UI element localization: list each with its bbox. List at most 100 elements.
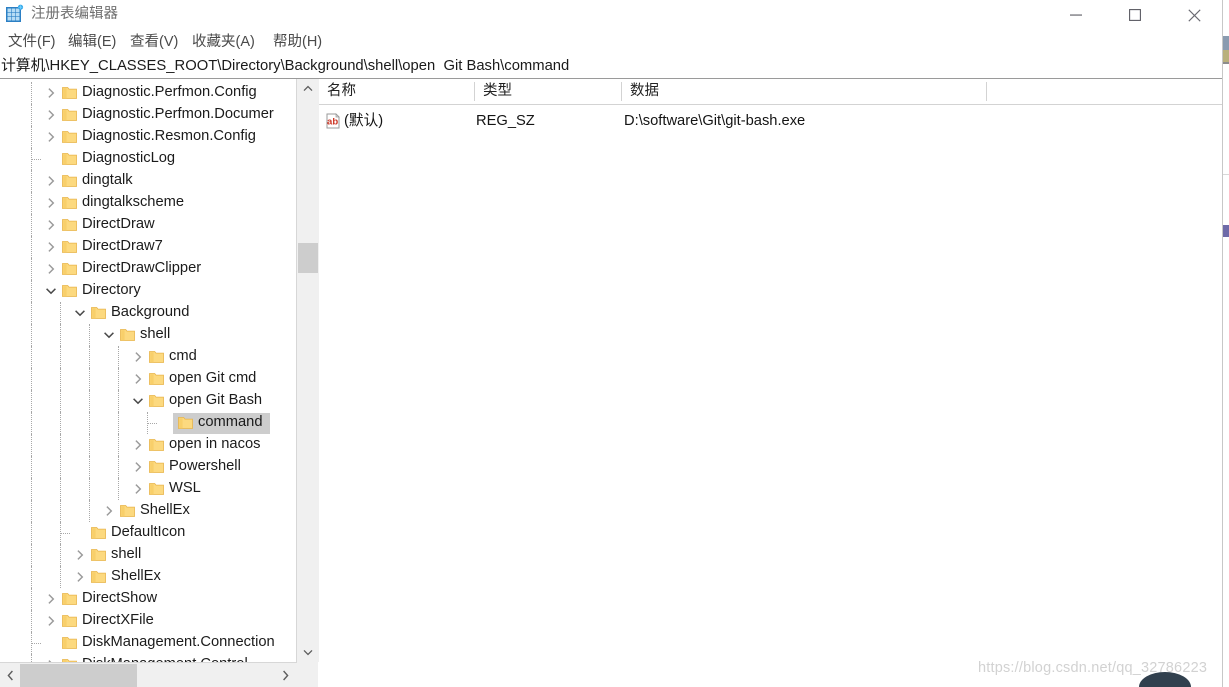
chevron-right-icon[interactable] — [131, 438, 145, 452]
maximize-button[interactable] — [1112, 0, 1158, 30]
tree-item-cmd[interactable]: cmd — [0, 346, 300, 368]
chevron-right-icon[interactable] — [131, 372, 145, 386]
tree-item-directshow[interactable]: DirectShow — [0, 588, 300, 610]
column-header-data[interactable]: 数据 — [622, 79, 986, 104]
chevron-right-icon[interactable] — [131, 350, 145, 364]
tree-item-directdraw7[interactable]: DirectDraw7 — [0, 236, 300, 258]
table-row[interactable]: ab (默认) REG_SZ D:\software\Git\git-bash.… — [319, 108, 1222, 134]
tree-item-shellex[interactable]: ShellEx — [0, 500, 300, 522]
column-header-name[interactable]: 名称 — [319, 79, 474, 104]
menu-help[interactable]: 帮助(H) — [271, 30, 324, 54]
chevron-right-icon[interactable] — [44, 174, 58, 188]
tree-indent-guide — [31, 104, 33, 126]
folder-icon — [62, 130, 77, 144]
chevron-right-icon[interactable] — [131, 460, 145, 474]
tree-item-wsl[interactable]: WSL — [0, 478, 300, 500]
tree-indent-guide — [31, 324, 33, 346]
chevron-right-icon[interactable] — [44, 196, 58, 210]
scroll-down-button[interactable] — [297, 643, 318, 662]
registry-editor-window: 注册表编辑器 文件(F) 编辑(E) 查看(V) 收藏夹(A) 帮助(H) 计算… — [0, 0, 1229, 687]
tree-item-label: open Git Bash — [169, 392, 263, 408]
tree-elbow-guide — [32, 159, 41, 161]
tree-indent-guide — [60, 368, 62, 390]
chevron-right-icon[interactable] — [73, 570, 87, 584]
tree-vertical-scrollbar[interactable] — [296, 79, 319, 662]
tree-item-directdrawclipper[interactable]: DirectDrawClipper — [0, 258, 300, 280]
tree-indent-guide — [31, 236, 33, 258]
folder-icon — [120, 328, 135, 342]
chevron-right-icon[interactable] — [44, 592, 58, 606]
chevron-right-icon[interactable] — [131, 482, 145, 496]
tree-item-diagnostic-resmon-config[interactable]: Diagnostic.Resmon.Config — [0, 126, 300, 148]
tree-item-shell[interactable]: shell — [0, 324, 300, 346]
tree-item-diskmanagement-control[interactable]: DiskManagement.Control — [0, 654, 300, 662]
tree-elbow-guide — [61, 533, 70, 535]
menu-favorites[interactable]: 收藏夹(A) — [190, 30, 257, 54]
tree-indent-guide — [118, 478, 120, 500]
tree-item-diagnostic-perfmon-config[interactable]: Diagnostic.Perfmon.Config — [0, 82, 300, 104]
scroll-left-button[interactable] — [0, 663, 21, 687]
chevron-right-icon[interactable] — [44, 614, 58, 628]
tree-indent-guide — [89, 346, 91, 368]
tree-indent-guide — [31, 412, 33, 434]
menu-edit[interactable]: 编辑(E) — [66, 30, 118, 54]
tree-indent-guide — [31, 126, 33, 148]
tree-indent-guide — [60, 544, 62, 566]
chevron-down-icon[interactable] — [102, 328, 116, 342]
tree-item-defaulticon[interactable]: DefaultIcon — [0, 522, 300, 544]
chevron-right-icon[interactable] — [44, 240, 58, 254]
chevron-right-icon[interactable] — [44, 108, 58, 122]
tree-item-shell[interactable]: shell — [0, 544, 300, 566]
tree-hscroll-thumb[interactable] — [20, 664, 137, 687]
tree-item-open-git-cmd[interactable]: open Git cmd — [0, 368, 300, 390]
tree-item-dingtalk[interactable]: dingtalk — [0, 170, 300, 192]
tree-item-diskmanagement-connection[interactable]: DiskManagement.Connection — [0, 632, 300, 654]
tree-item-label: DiagnosticLog — [82, 150, 176, 166]
tree-item-directxfile[interactable]: DirectXFile — [0, 610, 300, 632]
tree-item-diagnostic-perfmon-documer[interactable]: Diagnostic.Perfmon.Documer — [0, 104, 300, 126]
menu-file[interactable]: 文件(F) — [6, 30, 58, 54]
tree-indent-guide — [89, 500, 91, 522]
chevron-right-icon[interactable] — [102, 504, 116, 518]
chevron-down-icon[interactable] — [131, 394, 145, 408]
close-button[interactable] — [1171, 0, 1217, 30]
address-bar[interactable]: 计算机\HKEY_CLASSES_ROOT\Directory\Backgrou… — [0, 55, 1222, 79]
chevron-right-icon[interactable] — [73, 548, 87, 562]
tree-item-diagnosticlog[interactable]: DiagnosticLog — [0, 148, 300, 170]
tree-scroll-thumb[interactable] — [298, 243, 318, 273]
tree-indent-guide — [31, 654, 33, 662]
tree-item-dingtalkscheme[interactable]: dingtalkscheme — [0, 192, 300, 214]
minimize-button[interactable] — [1053, 0, 1099, 30]
tree-item-open-git-bash[interactable]: open Git Bash — [0, 390, 300, 412]
menu-view[interactable]: 查看(V) — [128, 30, 180, 54]
chevron-right-icon[interactable] — [44, 86, 58, 100]
tree-indent-guide — [31, 302, 33, 324]
tree-item-open-in-nacos[interactable]: open in nacos — [0, 434, 300, 456]
tree-item-label: shell — [140, 326, 171, 342]
chevron-down-icon[interactable] — [44, 284, 58, 298]
scroll-right-button[interactable] — [275, 663, 296, 687]
folder-icon — [62, 108, 77, 122]
tree-item-powershell[interactable]: Powershell — [0, 456, 300, 478]
tree-item-label: open in nacos — [169, 436, 261, 452]
column-divider-3[interactable] — [986, 82, 987, 101]
tree-elbow-guide — [148, 423, 157, 425]
tree-item-directory[interactable]: Directory — [0, 280, 300, 302]
tree-item-label: DiskManagement.Control — [82, 654, 248, 662]
tree-item-command[interactable]: command — [0, 412, 300, 434]
chevron-right-icon[interactable] — [44, 262, 58, 276]
tree-item-directdraw[interactable]: DirectDraw — [0, 214, 300, 236]
scroll-up-button[interactable] — [297, 79, 318, 98]
tree-horizontal-scrollbar[interactable] — [0, 662, 318, 687]
chevron-right-icon[interactable] — [44, 130, 58, 144]
chevron-right-icon[interactable] — [44, 218, 58, 232]
tree-item-background[interactable]: Background — [0, 302, 300, 324]
column-header-type[interactable]: 类型 — [475, 79, 621, 104]
tree-indent-guide — [60, 324, 62, 346]
tree-item-label: command — [198, 414, 263, 430]
tree-item-shellex[interactable]: ShellEx — [0, 566, 300, 588]
registry-tree-pane[interactable]: Diagnostic.Perfmon.Config Diagnostic.Perf… — [0, 79, 301, 662]
value-list-pane[interactable]: 名称 类型 数据 ab (默认) REG_SZ D:\software\Git\… — [319, 79, 1222, 687]
tree-item-label: open Git cmd — [169, 370, 257, 386]
chevron-down-icon[interactable] — [73, 306, 87, 320]
